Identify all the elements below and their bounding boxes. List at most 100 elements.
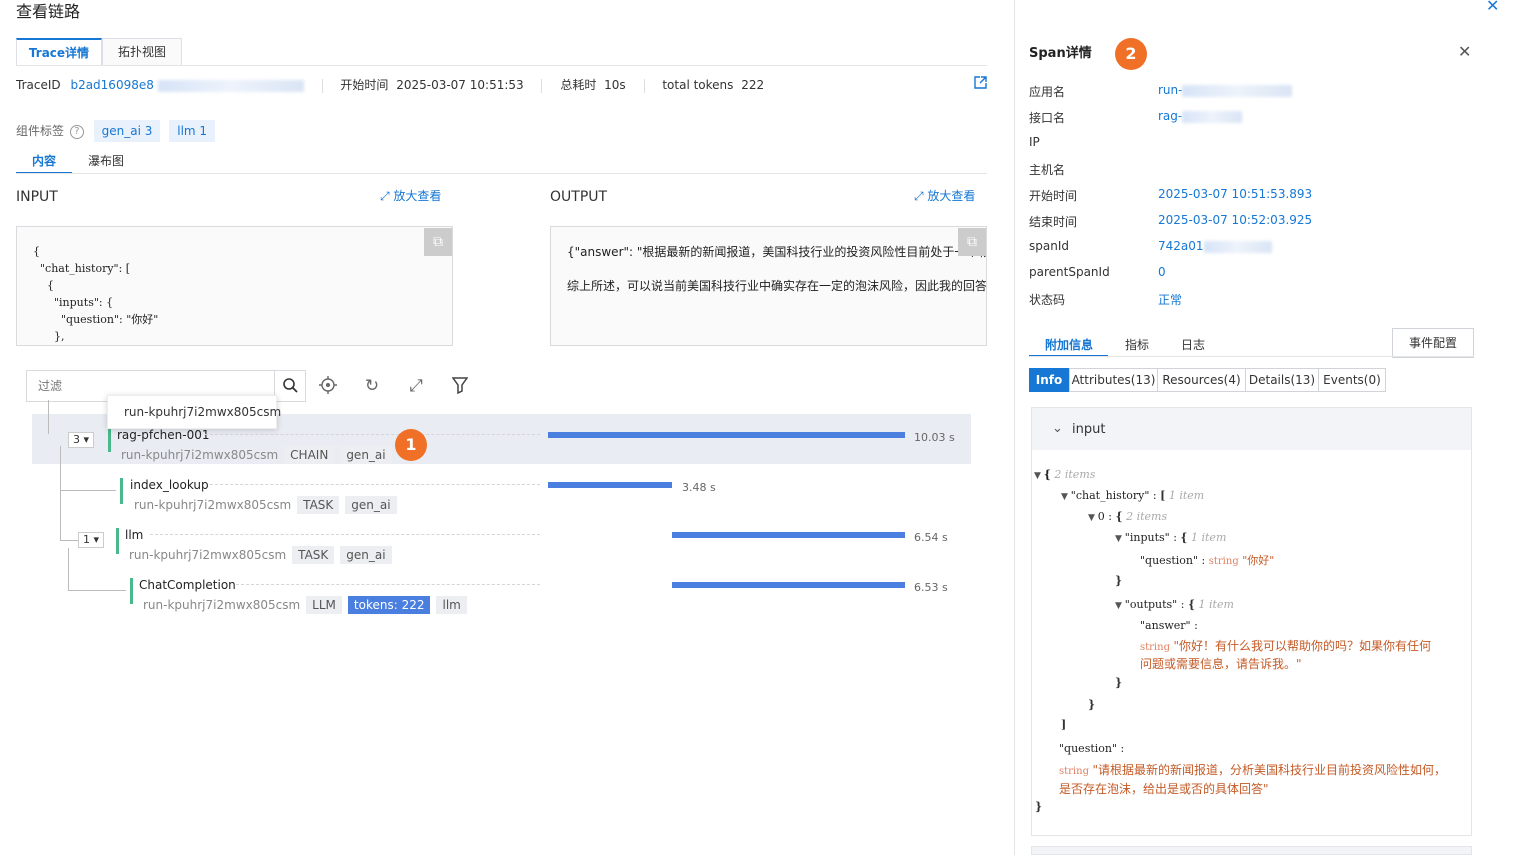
type-label: string [1059,766,1089,777]
page-title: 查看链路 [16,2,81,21]
span-name[interactable]: index_lookup [130,478,209,492]
punct: : [1149,489,1161,502]
input-code: { "chat_history": [ { "inputs": { "quest… [33,243,158,345]
copy-icon[interactable]: ⧉ [424,228,452,256]
next-section [1031,846,1472,855]
tab-topology[interactable]: 拓扑视图 [102,38,182,66]
caret-icon[interactable]: ▼ [1115,534,1125,544]
subtab-details[interactable]: Details(13) [1245,368,1319,392]
caret-icon[interactable]: ▼ [1115,601,1125,611]
dash-line [236,584,540,585]
search-icon[interactable] [282,377,298,396]
span-name[interactable]: ChatCompletion [139,578,236,592]
type-label: string [1208,556,1239,567]
divider [16,173,987,174]
tooltip: run-kpuhrj7i2mwx805csm [107,395,281,429]
input-expand-button[interactable]: ⤢ 放大查看 [380,187,441,204]
field-value: 2025-03-07 10:51:53.893 [1158,187,1313,201]
trace-info-row: TraceID b2ad16098e8 开始时间 2025-03-07 10:5… [16,76,764,93]
fullscreen-icon[interactable]: ⤢ [406,376,426,396]
output-line: 综上所述，可以说当前美国科技行业中确实存在一定的泡沫风险，因此我的回答 [567,279,987,293]
app-name-value: run- [1158,83,1183,97]
refresh-icon[interactable]: ↻ [362,376,382,396]
field-label: 主机名 [1029,163,1066,177]
external-link-icon[interactable] [974,76,987,93]
chevron-down-icon[interactable]: ⌄ [1052,421,1063,436]
tree-line [60,490,61,540]
span-kind: LLM [306,596,342,614]
tag-llm[interactable]: llm 1 [169,120,216,142]
subtab-events[interactable]: Events(0) [1318,368,1386,392]
json-line: "question" : string "你好" [1140,552,1274,568]
child-count: 3 [73,433,80,446]
close-icon[interactable]: ✕ [1458,42,1471,61]
span-run-id: run-kpuhrj7i2mwx805csm [134,498,292,512]
bracket: [ [1160,489,1166,502]
subtab-attributes[interactable]: Attributes(13) [1069,368,1158,392]
start-time-value: 2025-03-07 10:51:53 [396,78,524,92]
trace-id-value[interactable]: b2ad16098e8 [70,78,153,92]
json-line: } [1035,800,1042,813]
json-line: } [1115,574,1122,587]
divider [321,78,323,93]
field-value: 742a01 [1158,239,1272,253]
tab-metrics[interactable]: 指标 [1125,336,1149,353]
span-name[interactable]: rag-pfchen-001 [117,428,210,442]
tag-gen-ai[interactable]: gen_ai 3 [93,120,161,142]
expand-icon: ⤢ [914,189,928,203]
copy-icon[interactable]: ⧉ [958,228,986,256]
field-label: 状态码 [1029,293,1066,307]
span-name[interactable]: llm [125,528,143,542]
tab-logs[interactable]: 日志 [1181,336,1205,353]
tab-waterfall[interactable]: 瀑布图 [88,152,124,169]
help-icon[interactable]: ? [69,124,84,139]
json-line: "answer" : [1140,619,1198,632]
caret-icon[interactable]: ▼ [1061,492,1071,502]
bracket: ] [1061,718,1067,731]
code-line: "inputs": { [33,296,114,309]
collapse-toggle[interactable]: 1 ▾ [78,532,105,548]
tab-content[interactable]: 内容 [32,152,56,169]
json-key: 0 [1097,510,1105,523]
brace: { [1180,531,1188,544]
subtab-info[interactable]: Info [1029,368,1069,392]
json-line: ▼ 0 : { 2 items [1088,510,1167,523]
close-icon[interactable]: ✕ [1486,0,1499,15]
field-label: parentSpanId [1029,265,1110,279]
status-bar [130,578,133,604]
tree-line [60,540,78,541]
duration-bar [672,532,905,538]
json-key: "question" [1059,742,1118,755]
tab-divider [16,65,987,66]
json-key: "question" [1140,554,1199,567]
event-config-button[interactable]: 事件配置 [1392,328,1474,358]
json-line: ] [1061,718,1066,731]
span-meta: run-kpuhrj7i2mwx805csm TASK gen_ai [129,546,392,564]
span-duration: 6.53 s [914,581,948,594]
annotation-badge: 1 [395,429,427,461]
span-run-id: run-kpuhrj7i2mwx805csm [129,548,287,562]
start-time-label: 开始时间 [340,78,389,92]
json-meta: 1 item [1198,598,1234,611]
field-label: 接口名 [1029,111,1066,125]
caret-icon[interactable]: ▼ [1034,471,1044,481]
collapse-toggle[interactable]: 3 ▾ [68,432,95,448]
redacted-text [157,79,304,92]
json-line: 是否存在泡沫，给出是或否的具体回答" [1059,780,1269,797]
code-line: "chat_history": [ [33,262,131,275]
redacted-text [1182,84,1293,97]
field-label: 开始时间 [1029,189,1078,203]
input-expand-label: 放大查看 [393,189,442,203]
field-label: spanId [1029,239,1069,253]
tab-trace-detail[interactable]: Trace详情 [16,38,102,66]
status-bar [116,528,119,554]
span-meta: run-kpuhrj7i2mwx805csm CHAIN gen_ai [121,446,392,464]
subtab-resources[interactable]: Resources(4) [1157,368,1246,392]
divider [643,78,645,93]
field-value: rag- [1158,109,1243,123]
filter-funnel-icon[interactable] [450,376,470,396]
caret-icon[interactable]: ▼ [1088,513,1098,523]
output-expand-button[interactable]: ⤢ 放大查看 [914,187,975,204]
locate-icon[interactable] [318,376,338,396]
tab-extra-info[interactable]: 附加信息 [1045,336,1093,353]
